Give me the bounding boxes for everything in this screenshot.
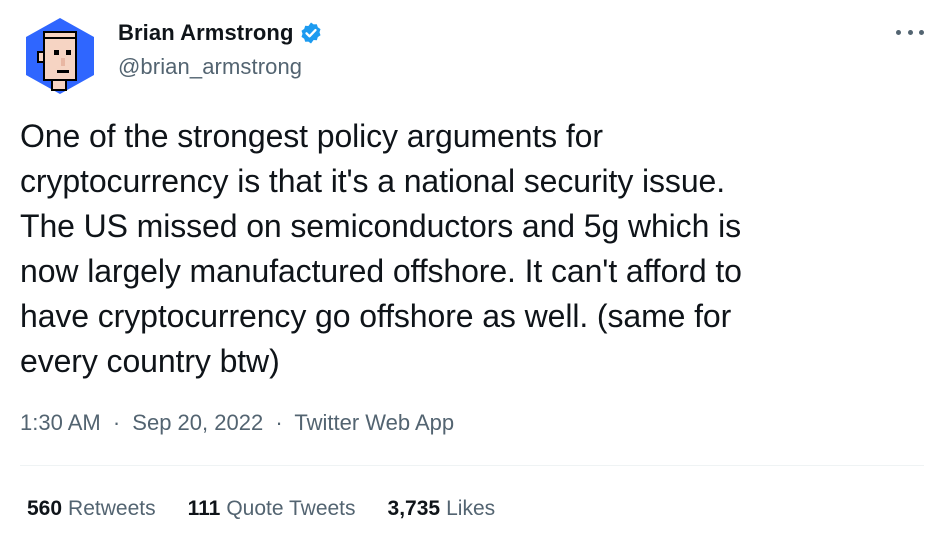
divider	[20, 465, 924, 466]
more-horizontal-icon[interactable]	[896, 22, 924, 42]
quote-tweets-label: Quote Tweets	[226, 497, 356, 520]
likes-count: 3,735	[387, 497, 441, 520]
more-dot	[896, 29, 901, 35]
tweet-time[interactable]: 1:30 AM	[20, 410, 101, 435]
tweet-stats: 560 Retweets 111 Quote Tweets 3,735 Likes	[27, 497, 527, 521]
tweet-text-line: every country btw)	[20, 343, 280, 379]
handle[interactable]: @brian_armstrong	[118, 54, 323, 80]
likes-label: Likes	[446, 497, 496, 520]
author-info: Brian Armstrong @brian_armstrong	[118, 18, 323, 80]
tweet-text-line: The US missed on semiconductors and 5g w…	[20, 208, 741, 244]
retweets-count: 560	[27, 497, 63, 520]
retweets-stat[interactable]: 560 Retweets	[27, 497, 156, 521]
pixel-face-avatar-icon	[26, 18, 94, 94]
tweet-source[interactable]: Twitter Web App	[294, 410, 454, 435]
tweet-text-line: now largely manufactured offshore. It ca…	[20, 253, 742, 289]
tweet-meta: 1:30 AM · Sep 20, 2022 · Twitter Web App	[20, 410, 454, 436]
verified-badge-icon	[299, 21, 323, 45]
more-dot	[919, 29, 924, 35]
tweet-text-line: cryptocurrency is that it's a national s…	[20, 163, 726, 199]
retweets-label: Retweets	[68, 497, 156, 520]
meta-separator: ·	[112, 410, 121, 435]
quote-tweets-count: 111	[187, 497, 221, 520]
tweet-text-line: One of the strongest policy arguments fo…	[20, 118, 603, 154]
name-row: Brian Armstrong	[118, 18, 323, 48]
tweet-text: One of the strongest policy arguments fo…	[20, 114, 920, 384]
tweet: Brian Armstrong @brian_armstrong One of …	[0, 0, 944, 548]
tweet-date[interactable]: Sep 20, 2022	[132, 410, 263, 435]
more-dot	[907, 29, 913, 35]
likes-stat[interactable]: 3,735 Likes	[388, 497, 496, 521]
display-name[interactable]: Brian Armstrong	[118, 20, 293, 46]
avatar[interactable]	[20, 16, 100, 96]
meta-separator: ·	[275, 410, 283, 435]
tweet-text-line: have cryptocurrency go offshore as well.…	[20, 298, 732, 334]
quote-tweets-stat[interactable]: 111 Quote Tweets	[188, 497, 356, 521]
